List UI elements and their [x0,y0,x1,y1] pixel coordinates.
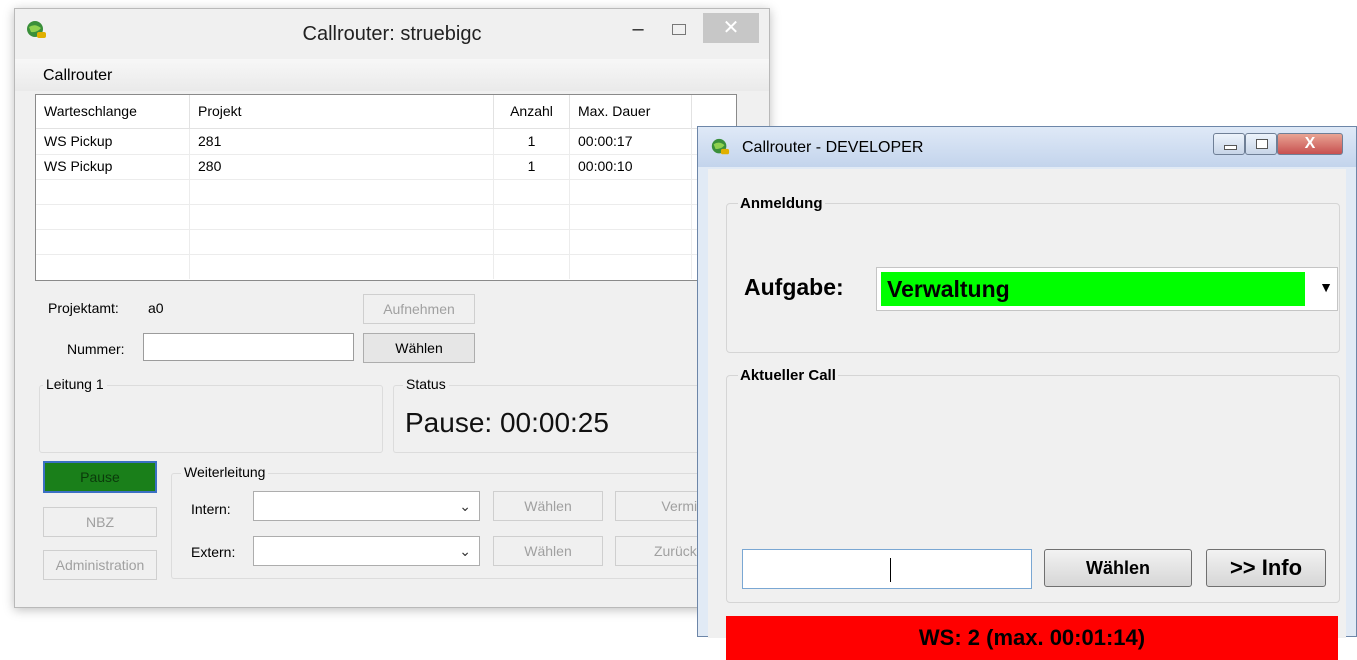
window-title: Callrouter - DEVELOPER [742,139,924,156]
maximize-icon [1256,139,1268,149]
nummer-input[interactable] [143,333,354,361]
callrouter-developer-window: Callrouter - DEVELOPER X Anmeldung Aufga… [697,126,1357,660]
leitung-title: Leitung 1 [43,376,107,392]
globe-phone-icon [711,138,730,155]
status-title: Status [403,376,449,392]
table-cell: WS Pickup [36,129,190,154]
maximize-button[interactable] [664,19,694,41]
table-cell: 1 [494,154,570,179]
title-bar[interactable]: Callrouter - DEVELOPER X [698,127,1356,167]
weiterleitung-title: Weiterleitung [181,464,269,480]
table-cell: 281 [190,129,494,154]
callrouter-main-window: Callrouter: struebigc – ✕ Callrouter War… [14,8,770,608]
table-row[interactable]: WS Pickup 281 1 00:00:17 [36,129,736,155]
anmeldung-title: Anmeldung [738,195,825,212]
close-button[interactable]: X [1277,133,1343,155]
table-cell: WS Pickup [36,154,190,179]
ws-status-bar: WS: 2 (max. 00:01:14) [726,616,1338,660]
administration-button[interactable]: Administration [43,550,157,580]
table-cell: 00:00:17 [570,129,692,154]
column-header[interactable]: Projekt [190,95,494,128]
intern-label: Intern: [191,501,231,517]
chevron-down-icon: ⌄ [459,543,471,559]
nbz-button[interactable]: NBZ [43,507,157,537]
menu-callrouter[interactable]: Callrouter [43,67,112,85]
call-input[interactable] [742,549,1032,589]
nummer-label: Nummer: [67,341,125,357]
aufnehmen-button[interactable]: Aufnehmen [363,294,475,324]
table-row-empty [36,179,736,205]
minimize-button[interactable]: – [623,19,653,41]
table-cell: 1 [494,129,570,154]
minimize-icon [1224,145,1237,150]
table-header: Warteschlange Projekt Anzahl Max. Dauer [36,95,736,129]
extern-waehlen-button[interactable]: Wählen [493,536,603,566]
table-cell: 280 [190,154,494,179]
waehlen-button[interactable]: Wählen [363,333,475,363]
leitung-group [39,385,383,453]
table-cell: 00:00:10 [570,154,692,179]
table-row-empty [36,254,736,279]
table-row-empty [36,204,736,230]
table-row-empty [36,229,736,255]
title-bar[interactable]: Callrouter: struebigc – ✕ [15,9,769,59]
intern-select[interactable]: ⌄ [253,491,480,521]
waehlen-button[interactable]: Wählen [1044,549,1192,587]
info-button[interactable]: >> Info [1206,549,1326,587]
minimize-button[interactable] [1213,133,1245,155]
aufgabe-select[interactable]: Verwaltung ▼ [876,267,1338,311]
status-text: Pause: 00:00:25 [405,407,609,438]
text-caret [890,558,891,582]
caret-down-icon: ▼ [1319,279,1333,295]
column-header[interactable]: Warteschlange [36,95,190,128]
maximize-button[interactable] [1245,133,1277,155]
projektamt-value: a0 [148,300,164,316]
menu-bar: Callrouter [15,59,769,91]
column-header[interactable]: Max. Dauer [570,95,692,128]
aufgabe-value: Verwaltung [881,272,1305,306]
column-header[interactable]: Anzahl [494,95,570,128]
aktueller-call-title: Aktueller Call [738,367,838,384]
intern-waehlen-button[interactable]: Wählen [493,491,603,521]
maximize-icon [672,24,686,35]
extern-select[interactable]: ⌄ [253,536,480,566]
table-row[interactable]: WS Pickup 280 1 00:00:10 [36,154,736,180]
projektamt-label: Projektamt: [48,300,119,316]
window-client: Anmeldung Aufgabe: Verwaltung ▼ Aktuelle… [708,169,1346,660]
chevron-down-icon: ⌄ [459,498,471,514]
extern-label: Extern: [191,544,236,560]
queue-table[interactable]: Warteschlange Projekt Anzahl Max. Dauer … [35,94,737,281]
aufgabe-label: Aufgabe: [744,274,844,300]
window-title: Callrouter: struebigc [302,23,482,45]
close-button[interactable]: ✕ [703,13,759,43]
pause-button[interactable]: Pause [43,461,157,493]
